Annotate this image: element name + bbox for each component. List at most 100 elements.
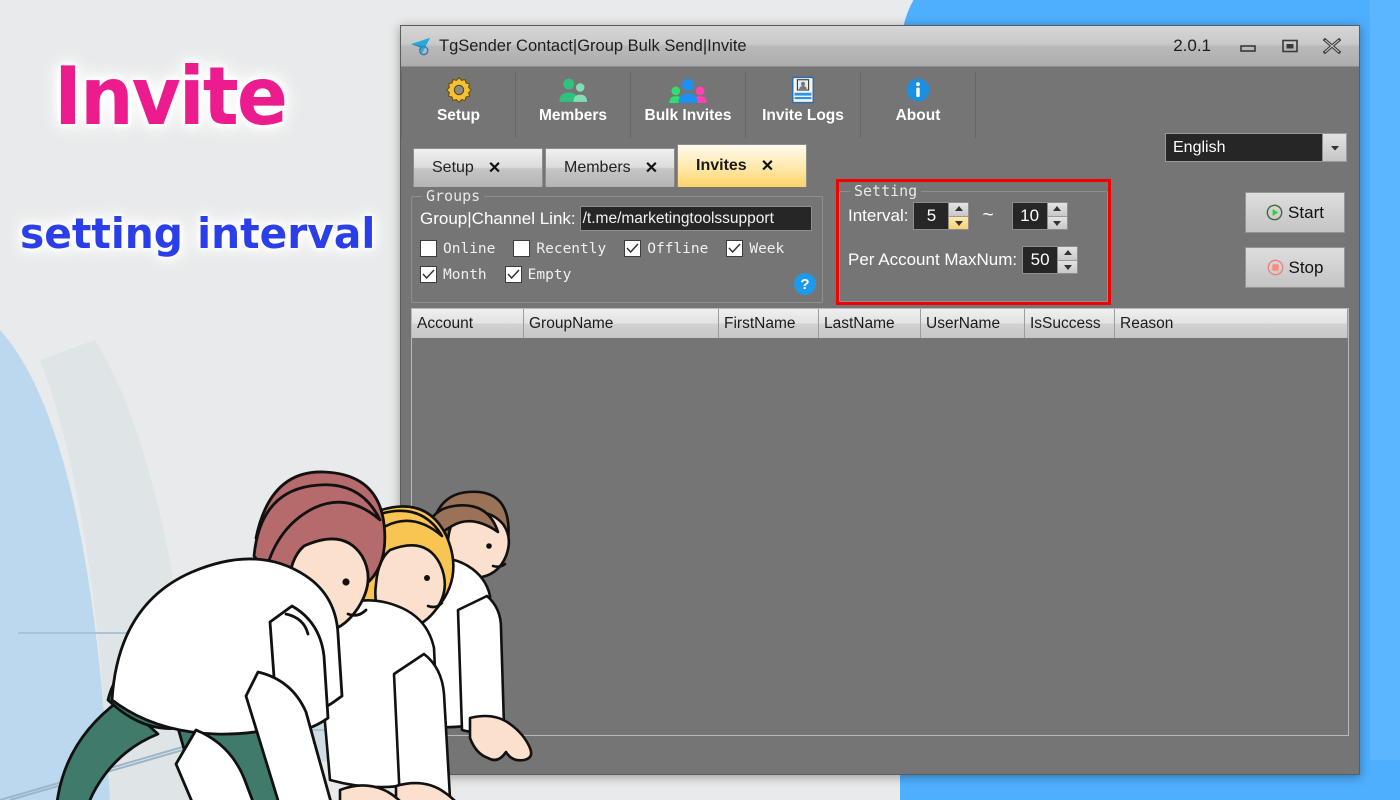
toolbar-item-about-label: About [896, 107, 941, 125]
gear-icon [445, 75, 473, 105]
checkbox-offline-box [624, 240, 641, 257]
maxnum-down-button[interactable] [1057, 260, 1077, 274]
toolbar-item-setup[interactable]: Setup [401, 72, 516, 138]
interval-max-up-button[interactable] [1047, 203, 1067, 216]
tab-members-label: Members [564, 159, 631, 177]
tab-invites-label: Invites [696, 157, 747, 175]
toolbar-item-bulk-invites[interactable]: Bulk Invites [631, 72, 746, 138]
play-circle-icon [1266, 204, 1283, 221]
toolbar-item-invite-logs-label: Invite Logs [762, 107, 844, 125]
application-window: TgSender Contact|Group Bulk Send|Invite … [400, 25, 1360, 775]
tab-setup-label: Setup [432, 159, 474, 177]
interval-min-up-button[interactable] [948, 203, 968, 216]
interval-min-value: 5 [914, 203, 948, 229]
checkbox-online-label: Online [443, 241, 495, 257]
column-header-lastname[interactable]: LastName [819, 309, 921, 338]
results-table-header: Account GroupName FirstName LastName Use… [412, 309, 1348, 338]
maximize-button[interactable] [1269, 32, 1311, 60]
column-header-firstname[interactable]: FirstName [719, 309, 819, 338]
filter-checkbox-row-1: Online Recently Offline [420, 240, 814, 257]
group-link-input[interactable]: /t.me/marketingtoolssupport [580, 206, 812, 231]
tab-setup[interactable]: Setup ✕ [413, 148, 543, 187]
checkbox-offline-label: Offline [647, 241, 708, 257]
checkbox-month-box [420, 266, 437, 283]
checkbox-recently-label: Recently [536, 241, 606, 257]
column-header-issuccess[interactable]: IsSuccess [1025, 309, 1115, 338]
title-bar-right: 2.0.1 [1173, 32, 1353, 60]
maxnum-spinner[interactable]: 50 [1022, 246, 1078, 274]
setting-panel: Setting Interval: 5 [839, 182, 1108, 302]
chevron-down-icon[interactable] [1322, 134, 1346, 161]
maxnum-spinner-buttons [1057, 247, 1077, 273]
stop-button[interactable]: Stop [1245, 247, 1345, 288]
checkbox-offline[interactable]: Offline [624, 240, 708, 257]
version-label: 2.0.1 [1173, 36, 1211, 56]
group-link-label: Group|Channel Link: [420, 209, 576, 229]
info-icon [905, 75, 931, 105]
checkbox-online[interactable]: Online [420, 240, 495, 257]
checkbox-month[interactable]: Month [420, 266, 487, 283]
action-buttons: Start Stop [1245, 192, 1345, 288]
interval-min-spinner[interactable]: 5 [913, 202, 969, 230]
telegram-plane-icon [410, 35, 432, 57]
results-table-body[interactable] [412, 338, 1348, 736]
group-link-row: Group|Channel Link: /t.me/marketingtools… [420, 206, 814, 231]
stop-circle-icon [1267, 259, 1284, 276]
interval-max-spinner[interactable]: 10 [1012, 202, 1068, 230]
checkbox-online-box [420, 240, 437, 257]
close-icon [1322, 37, 1342, 55]
toolbar-item-bulk-invites-label: Bulk Invites [645, 107, 732, 125]
minimize-icon [1239, 38, 1257, 54]
window-title: TgSender Contact|Group Bulk Send|Invite [439, 37, 747, 56]
interval-separator: ~ [982, 205, 993, 227]
checkbox-empty[interactable]: Empty [505, 266, 572, 283]
checkbox-week[interactable]: Week [726, 240, 784, 257]
column-header-account[interactable]: Account [412, 309, 524, 338]
column-header-username[interactable]: UserName [921, 309, 1025, 338]
checkbox-month-label: Month [443, 267, 487, 283]
main-toolbar: Setup Members [401, 67, 1359, 143]
help-icon[interactable]: ? [794, 273, 816, 295]
maxnum-value: 50 [1023, 247, 1057, 273]
minimize-button[interactable] [1227, 32, 1269, 60]
maxnum-label: Per Account MaxNum: [848, 250, 1017, 270]
tab-invites-close-icon[interactable]: ✕ [761, 156, 774, 176]
column-header-reason[interactable]: Reason [1115, 309, 1348, 338]
interval-label: Interval: [848, 206, 908, 226]
interval-max-down-button[interactable] [1047, 216, 1067, 230]
tab-members[interactable]: Members ✕ [545, 148, 675, 187]
title-bar[interactable]: TgSender Contact|Group Bulk Send|Invite … [401, 26, 1359, 67]
two-people-icon [556, 75, 590, 105]
id-card-icon [790, 75, 816, 105]
toolbar-item-about[interactable]: About [861, 72, 976, 138]
interval-max-value: 10 [1013, 203, 1047, 229]
checkbox-recently[interactable]: Recently [513, 240, 606, 257]
tab-members-close-icon[interactable]: ✕ [645, 158, 658, 178]
toolbar-item-members[interactable]: Members [516, 72, 631, 138]
column-header-groupname[interactable]: GroupName [524, 309, 719, 338]
toolbar-item-invite-logs[interactable]: Invite Logs [746, 72, 861, 138]
maximize-icon [1281, 38, 1299, 54]
results-table: Account GroupName FirstName LastName Use… [411, 308, 1349, 736]
settings-row: Groups Group|Channel Link: /t.me/marketi… [411, 187, 1349, 303]
interval-min-down-button[interactable] [948, 216, 968, 230]
start-button[interactable]: Start [1245, 192, 1345, 233]
tab-invites[interactable]: Invites ✕ [677, 144, 807, 187]
filter-checkbox-row-2: Month Empty [420, 266, 814, 283]
checkbox-recently-box [513, 240, 530, 257]
setting-panel-legend: Setting [850, 182, 921, 200]
setting-panel-highlight: Setting Interval: 5 [836, 179, 1111, 305]
interval-min-spinner-buttons [948, 203, 968, 229]
start-button-label: Start [1288, 203, 1324, 223]
toolbar-item-members-label: Members [539, 107, 607, 125]
interval-row: Interval: 5 [848, 202, 1099, 230]
language-select[interactable]: English [1165, 133, 1347, 162]
checkbox-empty-box [505, 266, 522, 283]
tab-setup-close-icon[interactable]: ✕ [488, 158, 501, 178]
close-button[interactable] [1311, 32, 1353, 60]
group-people-icon [668, 75, 708, 105]
groups-panel-legend: Groups [422, 187, 484, 205]
groups-panel: Groups Group|Channel Link: /t.me/marketi… [411, 187, 823, 303]
maxnum-up-button[interactable] [1057, 247, 1077, 260]
checkbox-empty-label: Empty [528, 267, 572, 283]
